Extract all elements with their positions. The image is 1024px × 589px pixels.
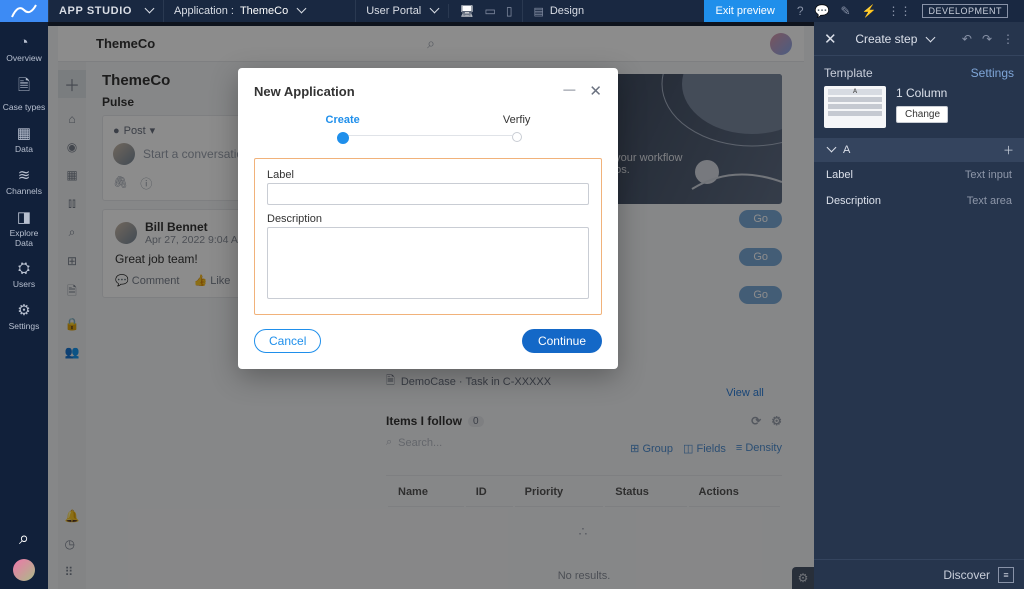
users-icon: ⛭	[0, 260, 48, 277]
chevron-down-icon	[923, 32, 934, 46]
perspective-value: User Portal	[366, 5, 421, 17]
rail-settings[interactable]: ⚙Settings	[0, 295, 48, 337]
description-field-label: Description	[267, 213, 589, 225]
design-label: Design	[550, 5, 584, 17]
top-utility-icons: ? 💬 ✎ ⚡ ⋮⋮ DEVELOPMENT	[787, 4, 1024, 18]
chevron-down-icon	[427, 5, 438, 17]
channels-icon: ≋	[0, 166, 48, 184]
studio-name: APP STUDIO	[59, 5, 132, 17]
design-mode-toggle[interactable]: ▤ Design	[522, 0, 594, 22]
nodes-icon[interactable]: ⋮⋮	[887, 4, 911, 18]
region-name: A	[843, 144, 850, 156]
description-textarea[interactable]	[267, 227, 589, 299]
rail-overview[interactable]: ◔Overview	[0, 28, 48, 69]
chevron-down-icon	[142, 5, 153, 17]
rail-users[interactable]: ⛭Users	[0, 254, 48, 295]
application-value: ThemeCo	[240, 5, 288, 17]
chevron-down-icon	[294, 5, 305, 17]
template-label: Template	[824, 66, 873, 80]
redo-icon[interactable]: ↷	[982, 32, 992, 46]
exit-preview-button[interactable]: Exit preview	[704, 0, 787, 22]
gauge-icon: ◔	[0, 34, 48, 51]
undo-icon[interactable]: ↶	[962, 32, 972, 46]
panel-title-menu[interactable]: Create step	[855, 32, 934, 46]
minimize-icon[interactable]: —	[563, 82, 575, 100]
application-picker[interactable]: Application : ThemeCo	[163, 0, 315, 22]
help-icon[interactable]: ?	[797, 4, 804, 18]
perspective-picker[interactable]: User Portal	[355, 0, 448, 22]
template-thumbnail: A	[824, 86, 886, 128]
bolt-icon[interactable]: ⚡	[862, 4, 877, 18]
tablet-icon[interactable]: ▭	[485, 4, 496, 18]
case-icon: 🗎	[0, 75, 48, 100]
explore-icon: ◨	[0, 208, 48, 226]
wizard-stepper: Create Verfiy	[254, 114, 602, 144]
gear-icon: ⚙	[0, 301, 48, 319]
environment-badge: DEVELOPMENT	[922, 4, 1008, 18]
rail-channels[interactable]: ≋Channels	[0, 160, 48, 202]
label-field-label: Label	[267, 169, 589, 181]
change-template-button[interactable]: Change	[896, 106, 948, 123]
layers-icon[interactable]: ≡	[998, 567, 1014, 583]
chevron-down-icon	[824, 144, 835, 156]
search-icon[interactable]: ⌕	[19, 528, 29, 549]
new-application-modal: New Application — ✕ Create Verfiy Label …	[238, 68, 618, 369]
cancel-button[interactable]: Cancel	[254, 329, 321, 353]
user-avatar[interactable]	[13, 559, 35, 581]
studio-left-rail: ◔Overview 🗎Case types ▦Data ≋Channels ◨E…	[0, 22, 48, 589]
rail-data[interactable]: ▦Data	[0, 118, 48, 160]
discover-label[interactable]: Discover	[943, 568, 990, 582]
settings-link[interactable]: Settings	[971, 66, 1014, 80]
template-name: 1 Column	[896, 86, 948, 100]
field-row-label[interactable]: Label Text input	[814, 162, 1024, 188]
modal-title: New Application	[254, 84, 355, 99]
rail-explore-data[interactable]: ◨Explore Data	[0, 202, 48, 254]
chat-icon[interactable]: 💬	[815, 4, 830, 18]
right-config-panel: ✕ Create step ↶ ↷ ⋮ Template Settings A …	[814, 22, 1024, 589]
top-bar: APP STUDIO Application : ThemeCo User Po…	[0, 0, 1024, 22]
grid-icon: ▤	[533, 5, 543, 18]
more-icon[interactable]: ⋮	[1002, 32, 1014, 46]
rail-case-types[interactable]: 🗎Case types	[0, 69, 48, 118]
desktop-icon[interactable]: 🖥	[459, 4, 474, 18]
step-create[interactable]: Create	[326, 114, 360, 144]
clipboard-icon[interactable]: ✎	[840, 4, 850, 18]
region-header[interactable]: A ＋	[814, 138, 1024, 162]
panel-title: Create step	[855, 32, 917, 46]
app-logo[interactable]	[0, 0, 48, 22]
exit-preview-label: Exit preview	[716, 5, 775, 17]
panel-close-icon[interactable]: ✕	[824, 30, 837, 48]
device-switcher: 🖥 ▭ ▯	[448, 4, 522, 18]
form-region: Label Description	[254, 158, 602, 315]
close-icon[interactable]: ✕	[589, 82, 602, 100]
application-label: Application :	[174, 5, 234, 17]
mobile-icon[interactable]: ▯	[506, 4, 513, 18]
step-verify[interactable]: Verfiy	[503, 114, 531, 144]
continue-button[interactable]: Continue	[522, 329, 602, 353]
field-row-description[interactable]: Description Text area	[814, 188, 1024, 214]
data-icon: ▦	[0, 124, 48, 142]
add-field-button[interactable]: ＋	[1003, 142, 1014, 158]
label-input[interactable]	[267, 183, 589, 205]
studio-name-menu[interactable]: APP STUDIO	[48, 0, 163, 22]
